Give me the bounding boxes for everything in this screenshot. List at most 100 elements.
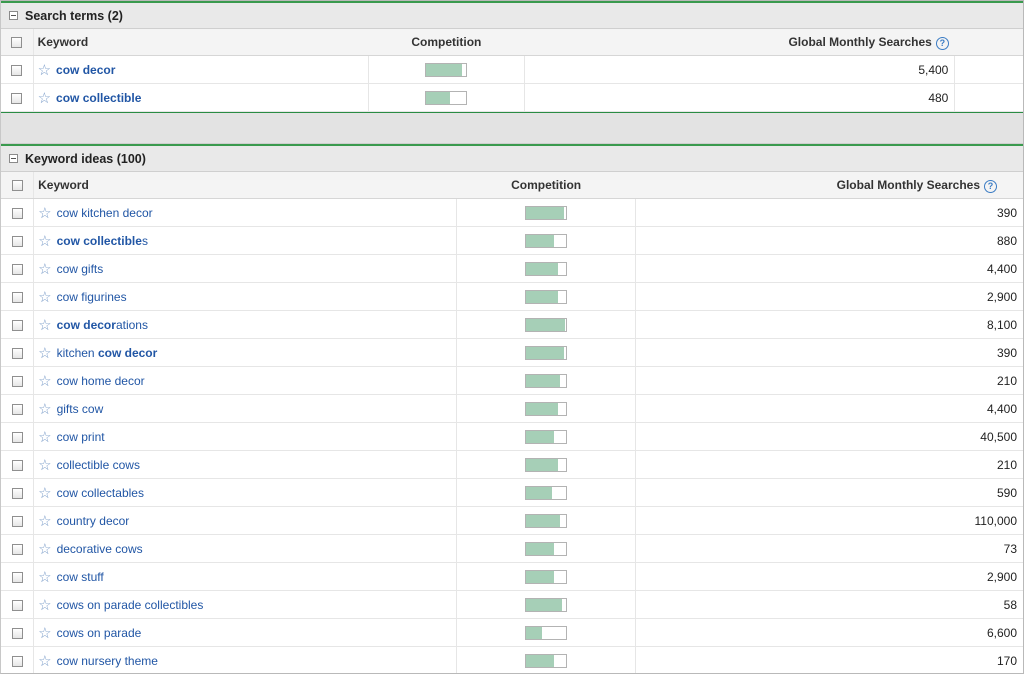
keyword-ideas-table: Keyword Competition Global Monthly Searc… <box>1 172 1023 673</box>
table-row: ☆ cow collectible 480 <box>1 83 1023 112</box>
star-icon[interactable]: ☆ <box>38 289 51 306</box>
row-checkbox[interactable] <box>11 655 23 667</box>
keyword-link[interactable]: cow gifts <box>57 262 104 276</box>
table-row: ☆ cow collectibles 880 <box>1 226 1023 255</box>
keyword-column-header[interactable]: Keyword <box>33 29 369 56</box>
competition-bar-fill <box>526 654 555 667</box>
star-icon[interactable]: ☆ <box>38 401 51 418</box>
competition-bar <box>525 317 568 332</box>
keyword-cell: ☆ cow figurines <box>33 282 457 311</box>
keyword-cell: ☆ cows on parade collectibles <box>33 590 457 619</box>
competition-bar-fill <box>526 206 565 219</box>
row-checkbox[interactable] <box>11 235 23 247</box>
star-icon[interactable]: ☆ <box>38 261 51 278</box>
row-checkbox[interactable] <box>11 571 23 583</box>
keyword-cell: ☆ cow collectibles <box>33 226 457 255</box>
searches-value: 390 <box>635 198 1023 227</box>
table-row: ☆ cows on parade collectibles 58 <box>1 590 1023 619</box>
keyword-link[interactable]: country decor <box>57 514 130 528</box>
competition-bar <box>525 541 568 556</box>
row-checkbox[interactable] <box>11 319 23 331</box>
row-checkbox[interactable] <box>11 487 23 499</box>
searches-column-header[interactable]: Global Monthly Searches <box>837 178 980 192</box>
row-checkbox[interactable] <box>11 459 23 471</box>
row-checkbox[interactable] <box>11 599 23 611</box>
keyword-cell: ☆ gifts cow <box>33 394 457 423</box>
star-icon[interactable]: ☆ <box>38 233 51 250</box>
keyword-link[interactable]: cow kitchen decor <box>57 206 153 220</box>
keyword-link[interactable]: gifts cow <box>57 402 104 416</box>
keyword-link[interactable]: cow print <box>57 430 105 444</box>
table-row: ☆ cow kitchen decor 390 <box>1 198 1023 227</box>
competition-bar-fill <box>526 514 561 527</box>
keyword-link[interactable]: cows on parade collectibles <box>57 598 204 612</box>
table-row: ☆ cow nursery theme 170 <box>1 646 1023 673</box>
star-icon[interactable]: ☆ <box>38 345 51 362</box>
star-icon[interactable]: ☆ <box>38 485 51 502</box>
star-icon[interactable]: ☆ <box>38 653 51 670</box>
competition-column-header[interactable]: Competition <box>456 172 636 199</box>
section-divider <box>1 112 1023 144</box>
table-row: ☆ cow home decor 210 <box>1 366 1023 395</box>
competition-column-header[interactable]: Competition <box>368 29 525 56</box>
search-terms-header: Search terms (2) <box>1 1 1023 29</box>
keyword-link[interactable]: cow collectible <box>56 91 141 105</box>
star-icon[interactable]: ☆ <box>38 90 51 107</box>
star-icon[interactable]: ☆ <box>38 457 51 474</box>
keyword-link[interactable]: cow collectibles <box>57 234 148 248</box>
searches-value: 210 <box>635 366 1023 395</box>
keyword-link[interactable]: cows on parade <box>57 626 142 640</box>
select-all-checkbox[interactable] <box>11 180 23 192</box>
keyword-link[interactable]: collectible cows <box>57 458 140 472</box>
keyword-cell: ☆ decorative cows <box>33 534 457 563</box>
row-checkbox[interactable] <box>11 543 23 555</box>
star-icon[interactable]: ☆ <box>38 597 51 614</box>
star-icon[interactable]: ☆ <box>38 541 51 558</box>
competition-cell <box>456 338 636 367</box>
competition-cell <box>456 478 636 507</box>
row-select-cell <box>1 646 35 673</box>
star-icon[interactable]: ☆ <box>38 205 51 222</box>
select-all-checkbox[interactable] <box>11 37 23 49</box>
row-checkbox[interactable] <box>11 92 23 104</box>
row-checkbox[interactable] <box>11 347 23 359</box>
row-checkbox[interactable] <box>11 207 23 219</box>
searches-value: 4,400 <box>635 394 1023 423</box>
collapse-icon[interactable] <box>9 11 18 20</box>
star-icon[interactable]: ☆ <box>38 429 51 446</box>
row-select-cell <box>1 618 35 647</box>
collapse-icon[interactable] <box>9 154 18 163</box>
keyword-link[interactable]: cow stuff <box>57 570 104 584</box>
row-checkbox[interactable] <box>11 403 23 415</box>
row-checkbox[interactable] <box>11 627 23 639</box>
row-checkbox[interactable] <box>11 64 23 76</box>
star-icon[interactable]: ☆ <box>38 513 51 530</box>
row-checkbox[interactable] <box>11 375 23 387</box>
star-icon[interactable]: ☆ <box>38 317 51 334</box>
keyword-link[interactable]: cow collectables <box>57 486 144 500</box>
help-icon[interactable]: ? <box>935 36 949 50</box>
row-checkbox[interactable] <box>11 515 23 527</box>
competition-cell <box>456 198 636 227</box>
star-icon[interactable]: ☆ <box>38 569 51 586</box>
keyword-link[interactable]: kitchen cow decor <box>57 346 158 360</box>
keyword-link[interactable]: cow figurines <box>57 290 127 304</box>
star-icon[interactable]: ☆ <box>38 625 51 642</box>
help-icon[interactable]: ? <box>984 179 997 193</box>
table-header: Keyword Competition Global Monthly Searc… <box>1 29 1023 56</box>
keyword-link[interactable]: cow decor <box>56 63 115 77</box>
star-icon[interactable]: ☆ <box>38 373 51 390</box>
table-row: ☆ cow stuff 2,900 <box>1 562 1023 591</box>
searches-column-header[interactable]: Global Monthly Searches <box>788 35 931 49</box>
keyword-link[interactable]: decorative cows <box>57 542 143 556</box>
keyword-link[interactable]: cow home decor <box>57 374 145 388</box>
row-checkbox[interactable] <box>11 291 23 303</box>
row-checkbox[interactable] <box>11 263 23 275</box>
row-select-cell <box>1 366 35 395</box>
keyword-column-header[interactable]: Keyword <box>33 172 457 199</box>
star-icon[interactable]: ☆ <box>38 62 51 79</box>
keyword-link[interactable]: cow decorations <box>57 318 148 332</box>
row-checkbox[interactable] <box>11 431 23 443</box>
keyword-link[interactable]: cow nursery theme <box>57 654 158 668</box>
table-row: ☆ cow collectables 590 <box>1 478 1023 507</box>
